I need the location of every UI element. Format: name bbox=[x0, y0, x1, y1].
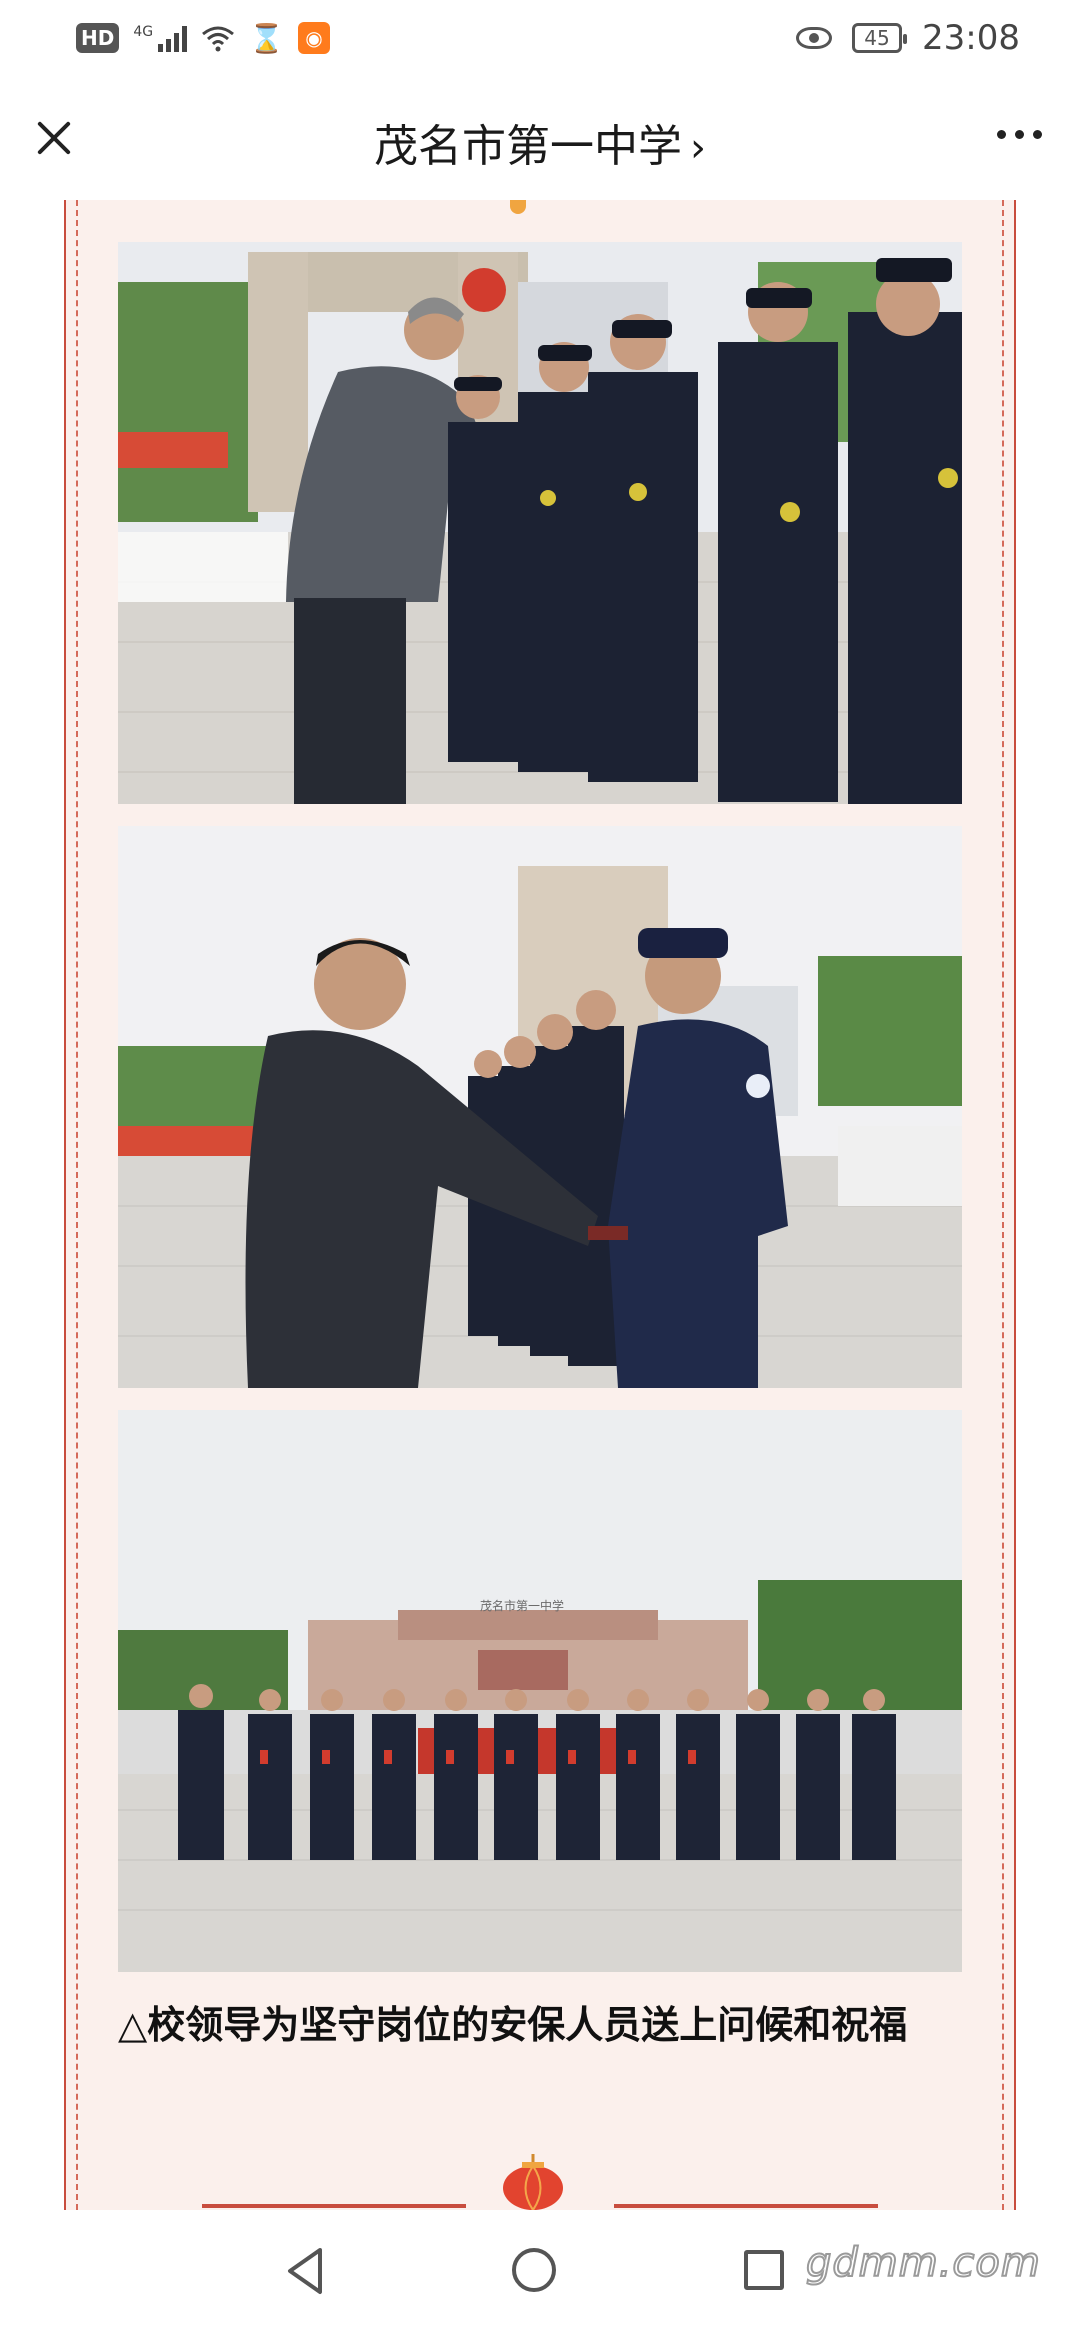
handshake-photo-1[interactable] bbox=[118, 242, 962, 804]
decorative-frame: 茂名市第一中学 △校领导为坚守岗位的安保人员送上问候和祝福 bbox=[64, 200, 1016, 2210]
group-photo[interactable]: 茂名市第一中学 bbox=[118, 1410, 962, 1972]
handshake-photo-2[interactable] bbox=[118, 826, 962, 1388]
status-bar: HD 4G ⌛ ◉ 45 23:08 bbox=[0, 0, 1080, 76]
battery-icon: 45 bbox=[852, 23, 908, 53]
status-left: HD 4G ⌛ ◉ bbox=[76, 18, 330, 58]
lantern-icon bbox=[503, 2154, 563, 2210]
hourglass-icon: ⌛ bbox=[249, 21, 284, 55]
wifi-icon bbox=[202, 26, 235, 52]
more-icon[interactable] bbox=[997, 130, 1042, 139]
watermark: gdmm.com bbox=[805, 2239, 1041, 2287]
eye-comfort-icon bbox=[796, 27, 833, 49]
article-content[interactable]: 茂名市第一中学 △校领导为坚守岗位的安保人员送上问候和祝福 bbox=[0, 200, 1080, 2210]
home-icon[interactable] bbox=[512, 2248, 556, 2292]
clock: 23:08 bbox=[922, 18, 1020, 58]
chevron-right-icon: › bbox=[690, 125, 706, 171]
title-bar: 茂名市第一中学 › bbox=[0, 76, 1080, 201]
photo-caption: △校领导为坚守岗位的安保人员送上问候和祝福 bbox=[118, 2003, 908, 2047]
svg-text:茂名市第一中学: 茂名市第一中学 bbox=[480, 1598, 564, 1613]
back-icon[interactable] bbox=[282, 2246, 332, 2296]
divider-right bbox=[614, 2204, 878, 2208]
system-nav-bar: gdmm.com bbox=[0, 2210, 1080, 2340]
divider-left bbox=[202, 2204, 466, 2208]
network-type: 4G bbox=[133, 24, 154, 40]
signal-icon: 4G bbox=[133, 24, 188, 52]
weibo-icon: ◉ bbox=[297, 22, 330, 54]
page-title: 茂名市第一中学 bbox=[374, 121, 682, 172]
status-right: 45 23:08 bbox=[796, 18, 1020, 58]
recent-apps-icon[interactable] bbox=[744, 2250, 784, 2290]
hd-icon: HD bbox=[76, 23, 120, 53]
account-title-link[interactable]: 茂名市第一中学 › bbox=[0, 110, 1080, 174]
